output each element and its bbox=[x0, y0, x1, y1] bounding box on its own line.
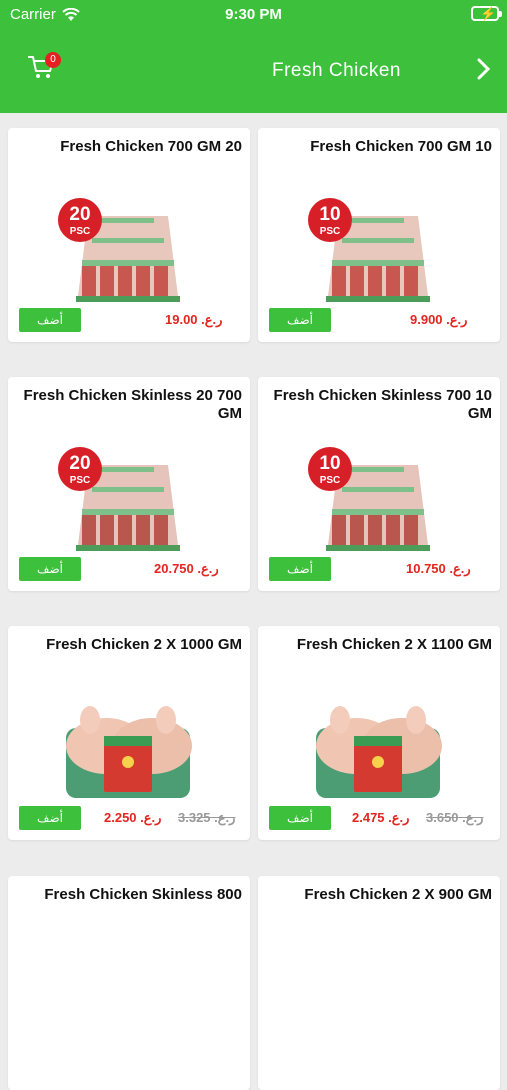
product-name: Fresh Chicken 2 X 900 GM bbox=[304, 886, 492, 903]
product-price: ر.ع. 10.750 bbox=[406, 561, 471, 576]
add-to-cart-button[interactable]: أضف bbox=[19, 557, 81, 581]
product-name: Fresh Chicken Skinless 20 700 GM bbox=[23, 387, 242, 422]
add-to-cart-button[interactable]: أضف bbox=[269, 806, 331, 830]
chevron-right-icon[interactable] bbox=[474, 56, 494, 82]
product-price: ر.ع. 9.900 bbox=[410, 312, 468, 327]
product-name: Fresh Chicken Skinless 800 bbox=[44, 886, 242, 903]
product-name: Fresh Chicken Skinless 700 10 GM bbox=[273, 387, 492, 422]
pack-count-label: 20 bbox=[69, 453, 90, 474]
status-time: 9:30 PM bbox=[225, 6, 282, 23]
pack-count-label: 10 bbox=[319, 453, 340, 474]
product-card[interactable]: Fresh Chicken Skinless 700 10 GM 10 PSC … bbox=[258, 377, 500, 591]
svg-text:PSC: PSC bbox=[70, 226, 91, 237]
product-card[interactable]: Fresh Chicken 700 GM 20 20 PSC أضف ر.ع. … bbox=[8, 128, 250, 342]
pack-count-label: 20 bbox=[69, 204, 90, 225]
product-card[interactable]: Fresh Chicken Skinless 800 bbox=[8, 876, 250, 1090]
chicken-box-image: 10 PSC bbox=[308, 198, 430, 302]
product-card[interactable]: Fresh Chicken 2 X 1000 GM أضف ر.ع. 2.250… bbox=[8, 626, 250, 840]
svg-text:PSC: PSC bbox=[70, 475, 91, 486]
product-card[interactable]: Fresh Chicken 2 X 900 GM bbox=[258, 876, 500, 1090]
product-card[interactable]: Fresh Chicken 2 X 1100 GM أضف ر.ع. 2.475… bbox=[258, 626, 500, 840]
chicken-box-image: 20 PSC bbox=[58, 198, 180, 302]
cart-count-badge: 0 bbox=[45, 52, 61, 68]
chicken-box-image: 20 PSC bbox=[58, 447, 180, 551]
product-name: Fresh Chicken 700 GM 20 bbox=[60, 138, 242, 155]
product-price: ر.ع. 19.00 bbox=[165, 312, 223, 327]
product-price: ر.ع. 2.475 bbox=[352, 810, 410, 825]
product-card[interactable]: Fresh Chicken 700 GM 10 10 PSC أضف ر.ع. … bbox=[258, 128, 500, 342]
original-price: ر.ع. 3.325 bbox=[178, 810, 236, 825]
svg-text:PSC: PSC bbox=[320, 226, 341, 237]
original-price: ر.ع. 3.650 bbox=[426, 810, 484, 825]
add-to-cart-button[interactable]: أضف bbox=[269, 308, 331, 332]
battery-icon: ⚡ bbox=[471, 6, 502, 21]
add-to-cart-button[interactable]: أضف bbox=[269, 557, 331, 581]
status-bar: Carrier 9:30 PM ⚡ bbox=[0, 4, 507, 26]
product-name: Fresh Chicken 700 GM 10 bbox=[310, 138, 492, 155]
product-price: ر.ع. 20.750 bbox=[154, 561, 219, 576]
pack-count-label: 10 bbox=[319, 204, 340, 225]
chicken-tray-image bbox=[316, 706, 442, 798]
chicken-box-image: 10 PSC bbox=[308, 447, 430, 551]
product-name: Fresh Chicken 2 X 1000 GM bbox=[46, 636, 242, 653]
page-title: Fresh Chicken bbox=[272, 60, 401, 81]
add-to-cart-button[interactable]: أضف bbox=[19, 806, 81, 830]
app-header: Carrier 9:30 PM ⚡ 0 Fresh Chicken bbox=[0, 0, 507, 113]
svg-text:PSC: PSC bbox=[320, 475, 341, 486]
chicken-tray-image bbox=[66, 706, 192, 798]
product-name: Fresh Chicken 2 X 1100 GM bbox=[296, 636, 492, 653]
product-card[interactable]: Fresh Chicken Skinless 20 700 GM 20 PSC … bbox=[8, 377, 250, 591]
add-to-cart-button[interactable]: أضف bbox=[19, 308, 81, 332]
product-price: ر.ع. 2.250 bbox=[104, 810, 162, 825]
